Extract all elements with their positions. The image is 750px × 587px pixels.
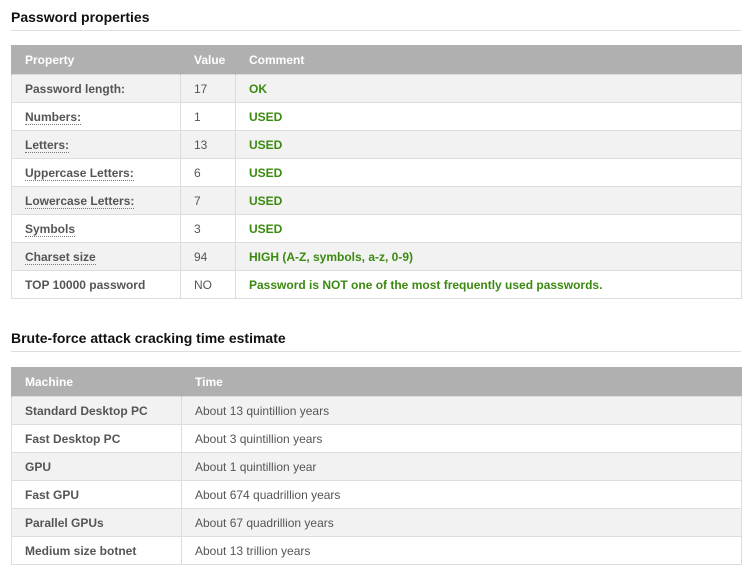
table-row: Password length: 17 OK: [11, 74, 742, 103]
property-label: TOP 10000 password: [25, 277, 146, 292]
column-header-machine: Machine: [11, 367, 182, 397]
time-cell: About 1 quintillion year: [181, 452, 742, 481]
comment-cell: USED: [235, 130, 742, 159]
table-row: Numbers: 1 USED: [11, 102, 742, 131]
time-cell: About 13 quintillion years: [181, 396, 742, 425]
time-cell: About 67 quadrillion years: [181, 508, 742, 537]
value-cell: 17: [180, 74, 236, 103]
value-cell: 94: [180, 242, 236, 271]
property-cell: Numbers:: [11, 102, 181, 131]
time-cell: About 674 quadrillion years: [181, 480, 742, 509]
property-cell: Charset size: [11, 242, 181, 271]
bruteforce-title: Brute-force attack cracking time estimat…: [11, 330, 286, 346]
table-row: Uppercase Letters: 6 USED: [11, 158, 742, 187]
table-row: Symbols 3 USED: [11, 214, 742, 243]
bruteforce-table: Machine Time Standard Desktop PC About 13…: [11, 367, 742, 565]
table-row: Charset size 94 HIGH (A-Z, symbols, a-z, 0…: [11, 242, 742, 271]
comment-cell: USED: [235, 214, 742, 243]
table-row: TOP 10000 password NO Password is NOT one …: [11, 270, 742, 299]
divider: [11, 30, 741, 31]
property-cell: Symbols: [11, 214, 181, 243]
value-cell: 6: [180, 158, 236, 187]
property-cell: Uppercase Letters:: [11, 158, 181, 187]
table-row: Fast GPU About 674 quadrillion years: [11, 480, 742, 509]
property-label: Password length:: [25, 81, 126, 96]
table-row: GPU About 1 quintillion year: [11, 452, 742, 481]
column-header-property: Property: [11, 45, 181, 75]
value-cell: 1: [180, 102, 236, 131]
time-cell: About 3 quintillion years: [181, 424, 742, 453]
machine-cell: Fast GPU: [11, 480, 182, 509]
machine-cell: Fast Desktop PC: [11, 424, 182, 453]
value-cell: 7: [180, 186, 236, 215]
value-cell: 3: [180, 214, 236, 243]
property-tooltip-label[interactable]: Lowercase Letters:: [25, 193, 135, 209]
property-cell: Letters:: [11, 130, 181, 159]
column-header-value: Value: [180, 45, 236, 75]
value-cell: 13: [180, 130, 236, 159]
machine-cell: GPU: [11, 452, 182, 481]
comment-cell: Password is NOT one of the most frequent…: [235, 270, 742, 299]
time-cell: About 13 trillion years: [181, 536, 742, 565]
divider: [11, 351, 741, 352]
table-row: Fast Desktop PC About 3 quintillion years: [11, 424, 742, 453]
property-tooltip-label[interactable]: Letters:: [25, 137, 70, 153]
property-cell: TOP 10000 password: [11, 270, 181, 299]
property-tooltip-label[interactable]: Uppercase Letters:: [25, 165, 134, 181]
table-row: Letters: 13 USED: [11, 130, 742, 159]
machine-cell: Parallel GPUs: [11, 508, 182, 537]
property-tooltip-label[interactable]: Numbers:: [25, 109, 82, 125]
table-row: Lowercase Letters: 7 USED: [11, 186, 742, 215]
property-tooltip-label[interactable]: Symbols: [25, 221, 76, 237]
column-header-comment: Comment: [235, 45, 742, 75]
property-cell: Lowercase Letters:: [11, 186, 181, 215]
table-header-row: Property Value Comment: [11, 45, 742, 75]
machine-cell: Medium size botnet: [11, 536, 182, 565]
comment-cell: HIGH (A-Z, symbols, a-z, 0-9): [235, 242, 742, 271]
column-header-time: Time: [181, 367, 742, 397]
comment-cell: OK: [235, 74, 742, 103]
table-row: Medium size botnet About 13 trillion year…: [11, 536, 742, 565]
comment-cell: USED: [235, 102, 742, 131]
value-cell: NO: [180, 270, 236, 299]
property-tooltip-label[interactable]: Charset size: [25, 249, 96, 265]
table-row: Standard Desktop PC About 13 quintillion …: [11, 396, 742, 425]
table-header-row: Machine Time: [11, 367, 742, 397]
comment-cell: USED: [235, 158, 742, 187]
password-properties-table: Property Value Comment Password length: 1…: [11, 45, 742, 299]
machine-cell: Standard Desktop PC: [11, 396, 182, 425]
property-cell: Password length:: [11, 74, 181, 103]
comment-cell: USED: [235, 186, 742, 215]
password-properties-title: Password properties: [11, 9, 150, 25]
table-row: Parallel GPUs About 67 quadrillion years: [11, 508, 742, 537]
